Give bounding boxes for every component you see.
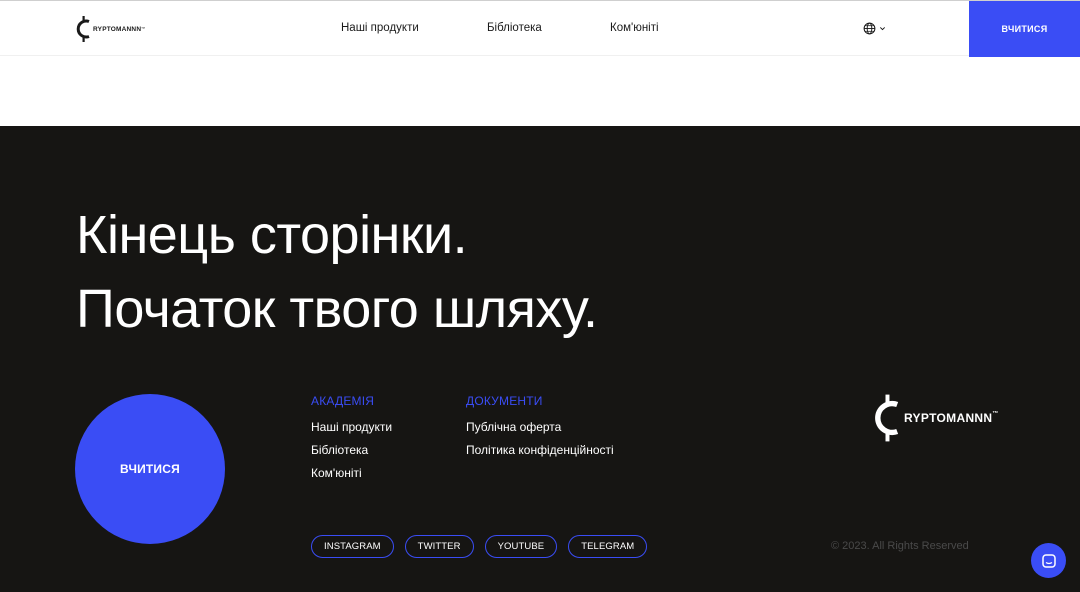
footer-logo-text: RYPTOMANNN™ [904, 411, 999, 425]
social-links: INSTAGRAM TWITTER YOUTUBE TELEGRAM [311, 535, 648, 558]
footer-logo[interactable]: RYPTOMANNN™ [872, 394, 999, 442]
footer-link-library[interactable]: Бібліотека [311, 443, 392, 457]
language-switcher[interactable] [863, 22, 886, 35]
top-header: RYPTOMANNN™ Наші продукти Бібліотека Ком… [0, 0, 1080, 57]
footer-link-community[interactable]: Ком'юніті [311, 466, 392, 480]
learn-circle-button[interactable]: ВЧИТИСЯ [75, 394, 225, 544]
footer-section: Кінець сторінки. Початок твого шляху. ВЧ… [0, 126, 1080, 592]
footer-link-privacy-policy[interactable]: Політика конфіденційності [466, 443, 614, 457]
footer-headline-line2: Початок твого шляху. [76, 279, 598, 339]
academy-title: АКАДЕМІЯ [311, 394, 375, 408]
nav-library[interactable]: Бібліотека [487, 22, 542, 34]
chevron-down-icon [879, 27, 886, 31]
chat-launcher-button[interactable] [1031, 543, 1066, 578]
crypto-c-logo-icon [875, 394, 899, 442]
learn-button-header[interactable]: ВЧИТИСЯ [969, 1, 1080, 57]
social-instagram-button[interactable]: INSTAGRAM [311, 535, 394, 558]
footer-link-public-offer[interactable]: Публічна оферта [466, 420, 614, 434]
chat-icon [1041, 553, 1056, 568]
social-twitter-button[interactable]: TWITTER [404, 535, 474, 558]
header-logo[interactable]: RYPTOMANNN™ [75, 15, 145, 43]
footer-headline-line1: Кінець сторінки. [76, 205, 468, 265]
nav-community[interactable]: Ком'юніті [610, 22, 659, 34]
social-youtube-button[interactable]: YOUTUBE [484, 535, 558, 558]
crypto-c-logo-icon [76, 16, 90, 42]
documents-column: ДОКУМЕНТИ Публічна оферта Політика конфі… [466, 394, 614, 466]
social-telegram-button[interactable]: TELEGRAM [568, 535, 648, 558]
globe-icon [863, 22, 876, 35]
copyright-text: © 2023. All Rights Reserved [831, 540, 969, 552]
header-logo-text: RYPTOMANNN™ [93, 25, 146, 33]
footer-link-products[interactable]: Наші продукти [311, 420, 392, 434]
documents-title: ДОКУМЕНТИ [466, 394, 543, 408]
nav-products[interactable]: Наші продукти [341, 22, 419, 34]
academy-column: АКАДЕМІЯ Наші продукти Бібліотека Ком'юн… [311, 394, 392, 489]
